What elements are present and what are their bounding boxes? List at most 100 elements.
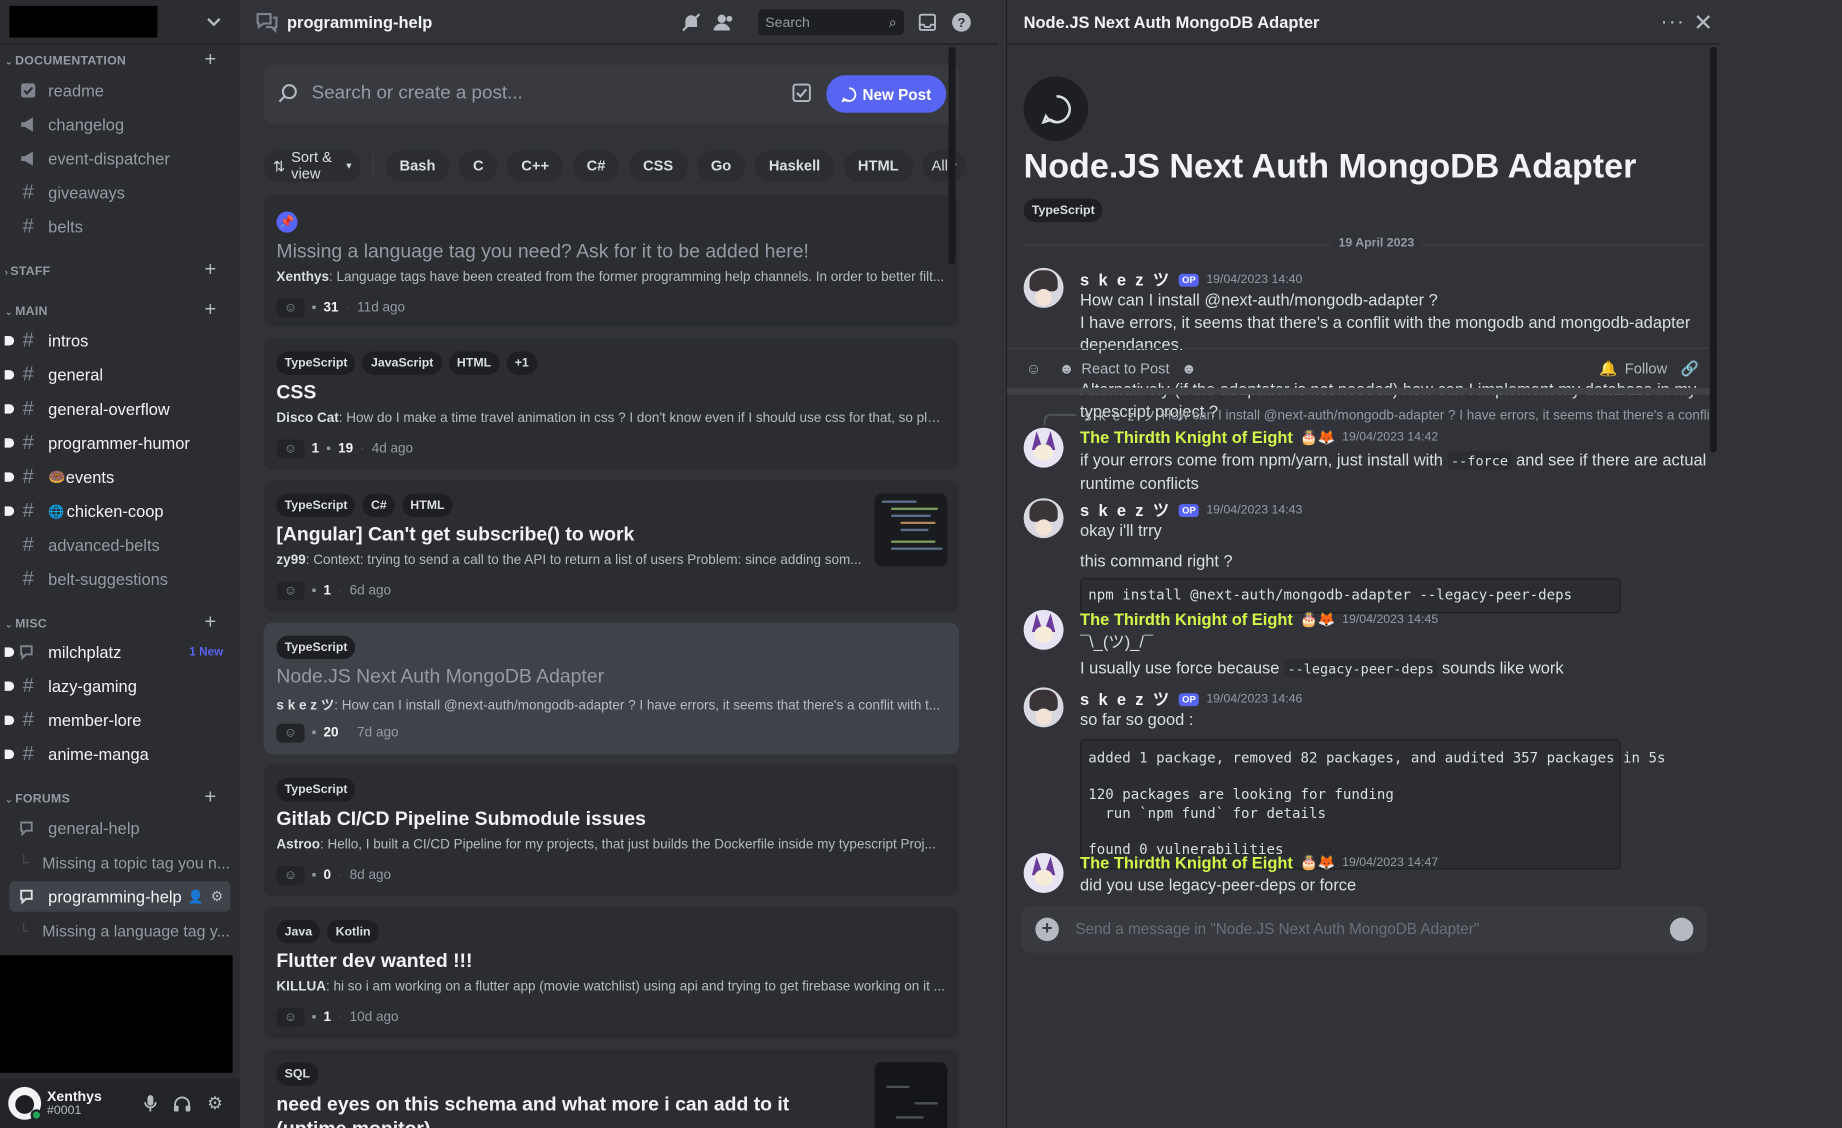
author-name[interactable]: s k e z ツ <box>1080 498 1172 521</box>
tag-filter-go[interactable]: Go <box>696 149 746 182</box>
forum-post[interactable]: TypeScript C# HTML [Angular] Can't get s… <box>263 480 959 613</box>
message-composer[interactable]: + Send a message in "Node.JS Next Auth M… <box>1020 905 1706 953</box>
tag-filter-html[interactable]: HTML <box>843 149 913 182</box>
add-channel-icon[interactable]: + <box>204 260 216 280</box>
channel-programmer-humor[interactable]: # programmer-humor <box>4 428 230 459</box>
forum-post[interactable]: TypeScript Gitlab CI/CD Pipeline Submodu… <box>263 764 959 897</box>
member-list-icon[interactable] <box>712 12 736 33</box>
channel-belts[interactable]: # belts <box>9 211 230 242</box>
channel-events[interactable]: # 🍩 events <box>4 462 230 493</box>
tag-filter-csharp[interactable]: C# <box>572 149 620 182</box>
emoji-picker-icon[interactable] <box>1669 917 1693 942</box>
react-to-post-button[interactable]: ☻ React to Post <box>1051 355 1176 383</box>
author-name[interactable]: s k e z ツ <box>1080 687 1172 711</box>
channel-lazy-gaming[interactable]: # lazy-gaming <box>4 671 230 702</box>
add-channel-icon[interactable]: + <box>204 612 216 632</box>
header-search-input[interactable]: Search ⌕ <box>757 9 904 36</box>
add-reaction-icon[interactable]: ☻ <box>1174 355 1204 383</box>
category-main[interactable]: ⌄ MAIN <box>5 304 48 318</box>
channel-general-help[interactable]: general-help <box>9 813 230 844</box>
comment-count: 19 <box>337 441 353 456</box>
channel-intros[interactable]: # intros <box>4 325 230 356</box>
channel-programming-help[interactable]: programming-help 👤 ⚙ <box>9 881 231 912</box>
scrollbar[interactable] <box>948 47 956 265</box>
invite-icon[interactable]: 👤 <box>187 889 203 904</box>
user-meta[interactable]: Xenthys #0001 <box>47 1089 102 1117</box>
new-post-button[interactable]: New Post <box>826 75 946 113</box>
add-reaction-icon[interactable]: ☺ <box>276 723 305 743</box>
channel-milchplatz[interactable]: milchplatz 1 New <box>4 637 230 668</box>
author-name[interactable]: The Thirdth Knight of Eight <box>1080 428 1293 447</box>
add-reaction-icon[interactable]: ☺ <box>276 298 305 318</box>
microphone-icon[interactable] <box>140 1093 161 1114</box>
channel-event-dispatcher[interactable]: event-dispatcher <box>9 143 230 174</box>
channel-chicken-coop[interactable]: # 🌐 chicken-coop <box>4 496 230 527</box>
category-misc[interactable]: ⌄ MISC <box>5 617 47 631</box>
forum-post-selected[interactable]: TypeScript Node.JS Next Auth MongoDB Ada… <box>263 622 959 755</box>
reaction-icon[interactable]: ☺ <box>276 439 305 459</box>
post-search-input[interactable]: Search or create a post... New Post <box>263 64 959 124</box>
add-reaction-icon[interactable]: ☺ <box>276 1008 305 1027</box>
tag-filter-cpp[interactable]: C++ <box>506 149 563 182</box>
forum-post[interactable]: SQL need eyes on this schema and what mo… <box>263 1049 959 1128</box>
checkbox-icon[interactable] <box>792 83 811 102</box>
channel-giveaways[interactable]: # giveaways <box>9 177 230 208</box>
scrollbar[interactable] <box>1709 47 1717 453</box>
sort-view-button[interactable]: ⇅ Sort & view ▾ <box>263 149 361 182</box>
sidebar-thread-topic-tag[interactable]: └ Missing a topic tag you n... <box>16 847 230 878</box>
avatar[interactable] <box>1023 267 1064 308</box>
server-header[interactable] <box>0 0 240 45</box>
add-attachment-icon[interactable]: + <box>1034 917 1059 942</box>
author-name[interactable]: The Thirdth Knight of Eight <box>1080 610 1293 629</box>
post-thumbnail-code[interactable] <box>874 493 948 567</box>
channel-advanced-belts[interactable]: # advanced-belts <box>9 530 230 561</box>
add-channel-icon[interactable]: + <box>204 300 216 320</box>
timestamp: 19/04/2023 14:43 <box>1205 502 1302 517</box>
reply-reference[interactable]: s k e z ツ How can I install @next-auth/m… <box>1080 407 1714 426</box>
channel-belt-suggestions[interactable]: # belt-suggestions <box>9 564 230 595</box>
link-icon[interactable]: 🔗 <box>1673 355 1705 383</box>
avatar[interactable] <box>1023 853 1064 893</box>
chevron-down-icon[interactable] <box>204 12 223 31</box>
category-staff[interactable]: › STAFF <box>5 264 51 278</box>
avatar[interactable] <box>1023 427 1064 468</box>
add-channel-icon[interactable]: + <box>204 787 216 807</box>
author-name[interactable]: The Thirdth Knight of Eight <box>1080 853 1293 872</box>
close-icon[interactable]: ✕ <box>1693 8 1713 37</box>
reaction-icon[interactable]: ☺ <box>1021 355 1045 383</box>
tag-filter-css[interactable]: CSS <box>628 149 688 182</box>
gear-icon[interactable]: ⚙ <box>204 1093 225 1114</box>
sidebar-thread-language-tag[interactable]: └ Missing a language tag y... <box>16 915 230 946</box>
post-thumbnail-schema[interactable] <box>874 1062 948 1128</box>
tag-filter-haskell[interactable]: Haskell <box>754 149 835 182</box>
add-reaction-icon[interactable]: ☺ <box>276 581 305 601</box>
author-name[interactable]: s k e z ツ <box>1080 268 1172 292</box>
forum-post[interactable]: Java Kotlin Flutter dev wanted !!! KILLU… <box>263 907 959 1039</box>
channel-changelog[interactable]: changelog <box>9 109 230 140</box>
tag-filter-bash[interactable]: Bash <box>385 149 450 182</box>
avatar[interactable] <box>1023 687 1064 728</box>
channel-general-overflow[interactable]: # general-overflow <box>4 394 230 425</box>
headphones-icon[interactable] <box>172 1093 193 1114</box>
category-documentation[interactable]: ⌄ DOCUMENTATION <box>5 54 126 68</box>
tag-filter-all[interactable]: All▾ <box>921 149 966 182</box>
category-forums[interactable]: ⌄ FORUMS <box>5 792 70 806</box>
help-icon[interactable]: ? <box>949 12 973 33</box>
channel-general[interactable]: # general <box>4 360 230 391</box>
channel-readme[interactable]: readme <box>9 75 230 106</box>
username: Xenthys <box>47 1088 102 1105</box>
add-channel-icon[interactable]: + <box>204 49 216 69</box>
add-reaction-icon[interactable]: ☺ <box>276 865 305 885</box>
forum-post[interactable]: 📌 Missing a language tag you need? Ask f… <box>263 195 959 327</box>
channel-anime-manga[interactable]: # anime-manga <box>4 739 230 770</box>
channel-member-lore[interactable]: # member-lore <box>4 705 230 736</box>
follow-button[interactable]: 🔔 Follow <box>1592 355 1674 383</box>
avatar[interactable] <box>1023 609 1064 650</box>
avatar[interactable] <box>1023 498 1064 539</box>
more-options-icon[interactable]: ··· <box>1660 9 1685 34</box>
gear-icon[interactable]: ⚙ <box>211 888 224 904</box>
tag-filter-c[interactable]: C <box>458 149 498 182</box>
mute-notifications-icon[interactable] <box>679 12 703 33</box>
inbox-icon[interactable] <box>915 12 939 33</box>
forum-post[interactable]: TypeScript JavaScript HTML +1 CSS Disco … <box>263 338 959 470</box>
